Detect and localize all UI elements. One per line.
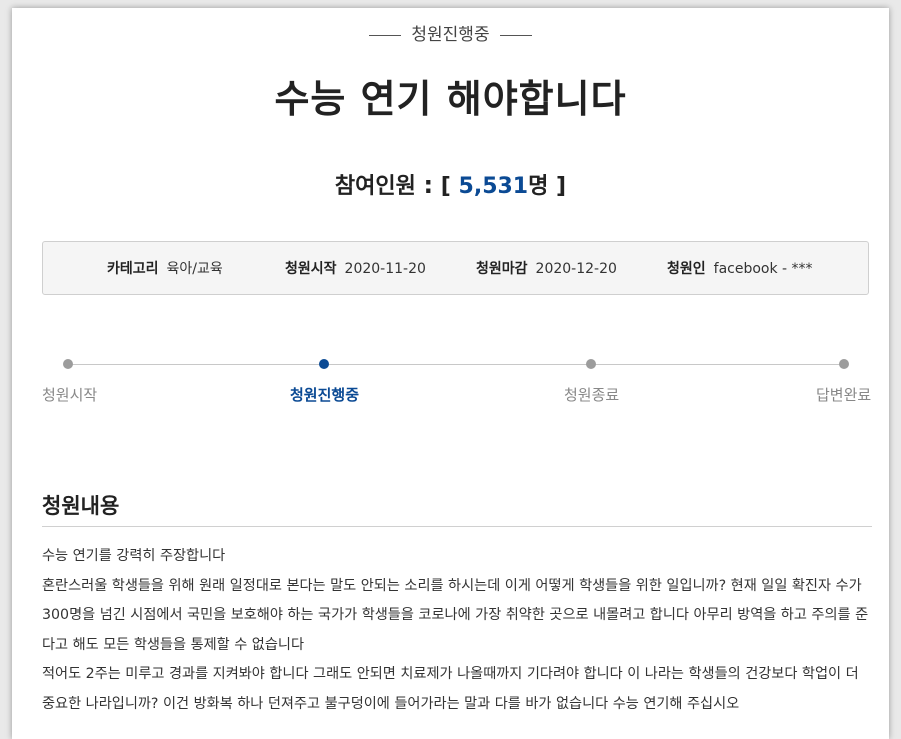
progress-dot-answered [839,359,849,369]
participants-unit: 명 [528,174,549,199]
step-label-ongoing: 청원진행중 [290,386,360,404]
info-start: 청원시작 2020-11-20 [285,242,426,296]
content-line: 수능 연기를 강력히 주장합니다 [42,548,226,564]
progress-dot-start [63,359,73,369]
petition-content: 수능 연기를 강력히 주장합니다 혼란스러울 학생들을 위해 원래 일정대로 본… [42,542,872,719]
petition-status: 청원진행중 [12,20,889,45]
section-divider [42,526,872,527]
info-category: 카테고리 육아/교육 [107,242,223,296]
info-category-value: 육아/교육 [166,261,223,277]
status-dash-right [499,34,532,36]
info-end: 청원마감 2020-12-20 [476,242,617,296]
petition-card: 청원진행중 수능 연기 해야합니다 참여인원 : [ 5,531명 ] 카테고리… [12,8,889,739]
content-section-title: 청원내용 [42,494,120,518]
participants-count: 참여인원 : [ 5,531명 ] [12,168,889,200]
status-dash-left [369,34,402,36]
petition-title: 수능 연기 해야합니다 [274,77,627,121]
info-category-label: 카테고리 [107,261,159,277]
bracket-close: ] [556,174,567,199]
step-label-answered: 답변완료 [816,386,872,404]
info-author-label: 청원인 [667,261,706,277]
participants-label: 참여인원 [334,174,416,199]
status-text: 청원진행중 [411,25,490,45]
content-line: 혼란스러울 학생들을 위해 원래 일정대로 본다는 말도 안되는 소리를 하시는… [42,577,869,653]
bracket-open: [ [440,174,451,199]
participants-colon: : [423,171,434,199]
progress-dot-closed [586,359,596,369]
info-start-label: 청원시작 [285,261,337,277]
info-end-value: 2020-12-20 [535,261,617,277]
info-end-label: 청원마감 [476,261,528,277]
info-author: 청원인 facebook - *** [667,242,813,296]
content-line: 적어도 2주는 미루고 경과를 지켜봐야 합니다 그래도 안되면 치료제가 나올… [42,666,859,712]
step-label-start: 청원시작 [42,386,98,404]
petition-info-box: 카테고리 육아/교육 청원시작 2020-11-20 청원마감 2020-12-20 … [42,241,869,295]
progress-dot-ongoing [319,359,329,369]
step-label-closed: 청원종료 [564,386,620,404]
info-start-value: 2020-11-20 [344,261,426,277]
info-author-value: facebook - *** [713,261,813,277]
progress-track [68,364,844,365]
participants-number: 5,531 [458,174,529,199]
